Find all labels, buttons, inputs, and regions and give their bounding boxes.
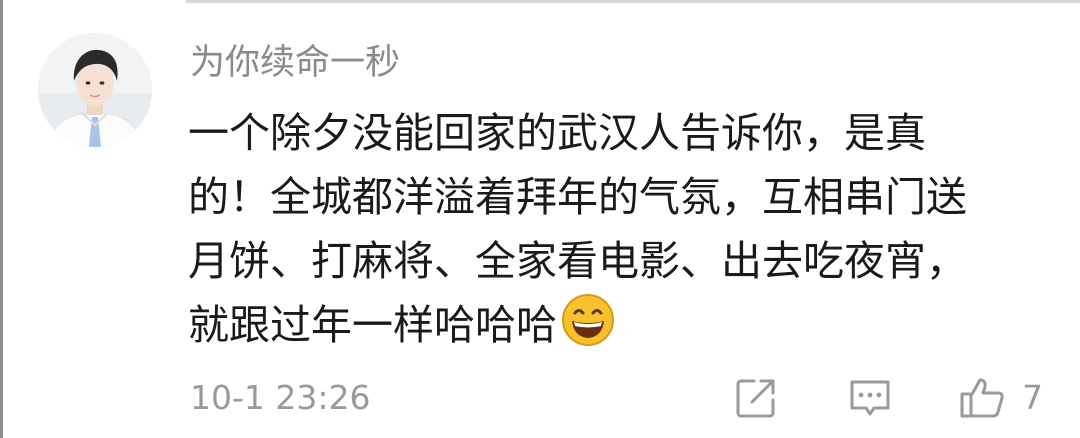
- top-divider: [186, 0, 1080, 3]
- grinning-face-icon: [561, 293, 615, 347]
- reply-icon: [844, 372, 896, 424]
- comment-text: 一个除夕没能回家的武汉人告诉你，是真 的！全城都洋溢着拜年的气氛，互相串门送 月…: [188, 101, 1048, 357]
- comment-line: 月饼、打麻将、全家看电影、出去吃夜宵，: [188, 237, 967, 285]
- comment-line: 的！全城都洋溢着拜年的气氛，互相串门送: [188, 173, 967, 221]
- like-button[interactable]: 7: [956, 372, 1043, 424]
- thumbs-up-icon: [956, 372, 1008, 424]
- comment-line: 一个除夕没能回家的武汉人告诉你，是真: [188, 109, 926, 157]
- share-icon: [730, 372, 782, 424]
- comment-line-last: 就跟过年一样哈哈哈: [188, 293, 1048, 357]
- timestamp: 10-1 23:26: [190, 378, 371, 417]
- comment-line: 就跟过年一样哈哈哈: [188, 301, 557, 349]
- reply-button[interactable]: [844, 372, 896, 424]
- avatar-image: [38, 33, 152, 147]
- avatar[interactable]: [38, 33, 152, 147]
- left-border: [0, 0, 3, 438]
- like-count: 7: [1022, 378, 1043, 417]
- username[interactable]: 为你续命一秒: [190, 40, 400, 86]
- comment-card: 为你续命一秒 一个除夕没能回家的武汉人告诉你，是真 的！全城都洋溢着拜年的气氛，…: [0, 0, 1080, 438]
- share-button[interactable]: [730, 372, 782, 424]
